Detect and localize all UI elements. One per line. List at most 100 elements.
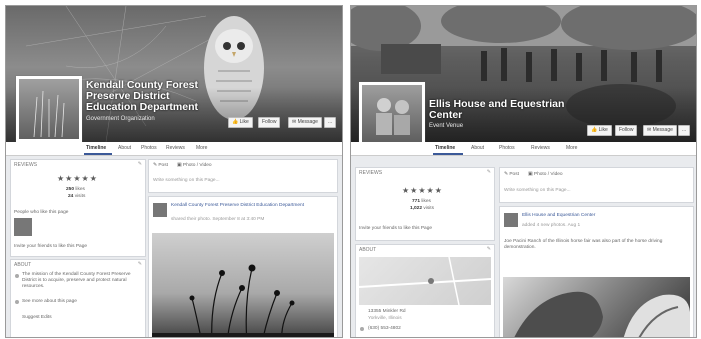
tab-about[interactable]: About [118, 145, 131, 151]
rating-stars: ★★★★★ [57, 174, 98, 183]
page-name: Ellis House and Equestrian Center [429, 98, 565, 121]
post-tab[interactable]: ✎ Post [504, 172, 519, 177]
facebook-page-screenshot-right: Ellis House and Equestrian Center Event … [350, 5, 697, 338]
truck-shape [381, 44, 441, 74]
page-category: Event Venue [429, 123, 464, 129]
about-description: The mission of the Kendall County Forest… [22, 272, 131, 289]
page-name: Kendall County Forest Preserve District … [86, 79, 199, 113]
link-icon [15, 300, 19, 304]
see-more-link[interactable]: See more about this page [22, 299, 77, 304]
like-label: Like [598, 127, 608, 133]
visits-label: visits [423, 206, 435, 211]
phone-number[interactable]: (630) 553-4802 [368, 326, 401, 331]
plant-silhouette-icon [152, 264, 334, 337]
likes-stat: 250 likes [66, 187, 85, 192]
message-button[interactable]: ✉ Message [643, 125, 677, 136]
like-button[interactable]: 👍 Like [228, 117, 253, 128]
composer-card: ✎ Post ▣ Photo / Video Write something o… [499, 167, 694, 203]
about-header: ABOUT [359, 247, 377, 253]
tab-photos[interactable]: Photos [499, 145, 515, 151]
card-options-icon[interactable]: ✎ [487, 169, 491, 175]
card-options-icon[interactable]: ✎ [138, 261, 142, 267]
likes-label: likes [421, 199, 431, 204]
message-button[interactable]: ✉ Message [288, 117, 322, 128]
more-button[interactable]: ... [678, 125, 691, 136]
address-line[interactable]: 13355 Minkler Rd [368, 309, 406, 314]
photo-video-label: Photo / Video [533, 172, 563, 177]
more-label: ... [328, 119, 333, 125]
visits-count: 1,022 [410, 206, 423, 211]
visits-stat: 1,022 visits [410, 206, 434, 211]
reviews-header: REVIEWS [14, 162, 38, 168]
post-tab-label: Post [158, 163, 168, 168]
tab-timeline[interactable]: Timeline [86, 145, 106, 151]
grass-silhouette-icon [33, 90, 65, 138]
message-label: Message [297, 119, 318, 125]
post-author[interactable]: Ellis House and Equestrian Center [522, 213, 687, 219]
post-card: Ellis House and Equestrian Center added … [499, 206, 694, 337]
photo-video-tab[interactable]: ▣ Photo / Video [177, 163, 212, 168]
post-author-avatar[interactable] [153, 203, 167, 217]
post-tab[interactable]: ✎ Post [153, 163, 168, 168]
about-header: ABOUT [14, 262, 32, 268]
map-roads [358, 256, 492, 306]
location-map[interactable] [358, 256, 492, 306]
info-icon [15, 274, 19, 278]
tab-more[interactable]: More [566, 145, 577, 151]
tab-about[interactable]: About [471, 145, 484, 151]
likes-count: 771 [412, 199, 421, 204]
composer-input[interactable]: Write something on this Page... [504, 188, 571, 193]
map-pin-icon [428, 278, 434, 284]
visits-stat: 24 visits [68, 194, 85, 199]
more-label: ... [682, 127, 687, 133]
tab-reviews[interactable]: Reviews [166, 145, 185, 151]
facebook-page-screenshot-left: Kendall County Forest Preserve District … [5, 5, 343, 338]
active-tab-indicator [433, 153, 463, 155]
people-like-text[interactable]: People who like this page [14, 210, 68, 215]
post-photo[interactable] [152, 233, 334, 337]
follow-label: Follow [619, 127, 634, 133]
post-meta: shared their photo. September 8 at 3:40 … [171, 217, 265, 222]
suggest-edits-link[interactable]: Suggest Edits [22, 315, 52, 320]
photo-video-tab[interactable]: ▣ Photo / Video [528, 172, 563, 177]
invite-friends-link[interactable]: Invite your friends to like this Page [14, 244, 87, 249]
card-options-icon[interactable]: ✎ [138, 161, 142, 167]
tab-photos[interactable]: Photos [141, 145, 157, 151]
follow-button[interactable]: Follow [615, 125, 638, 136]
page-tabs: Timeline About Photos Reviews More [6, 142, 342, 156]
follow-label: Follow [262, 119, 277, 125]
cover-photo: Ellis House and Equestrian Center Event … [351, 6, 696, 142]
visits-label: visits [74, 194, 86, 199]
tab-more[interactable]: More [196, 145, 207, 151]
post-meta: added 4 new photos. Aug 1 [522, 223, 581, 228]
more-button[interactable]: ... [324, 117, 337, 128]
profile-picture[interactable] [16, 76, 82, 142]
tab-reviews[interactable]: Reviews [531, 145, 550, 151]
post-tab-label: Post [509, 172, 519, 177]
like-button[interactable]: 👍 Like [587, 125, 612, 136]
page-tabs: Timeline About Photos Reviews More [351, 142, 696, 156]
profile-picture[interactable] [359, 82, 425, 142]
post-author-avatar[interactable] [504, 213, 518, 227]
likes-count: 250 [66, 187, 75, 192]
rating-stars: ★★★★★ [402, 186, 443, 195]
follow-button[interactable]: Follow [258, 117, 281, 128]
page-category: Government Organization [86, 116, 155, 122]
horse-photo-shapes [514, 291, 690, 337]
likes-stat: 771 likes [412, 199, 431, 204]
active-tab-indicator [84, 153, 112, 155]
post-photo[interactable] [503, 277, 690, 337]
post-author[interactable]: Kendall County Forest Preserve District … [171, 203, 331, 209]
about-card: ABOUT ✎ 13355 Minkler Rd Yorkville, Illi… [355, 244, 495, 337]
photo-video-label: Photo / Video [182, 163, 212, 168]
reviews-header: REVIEWS [359, 170, 383, 176]
invite-friends-link[interactable]: Invite your friends to like this Page [359, 226, 432, 231]
card-options-icon[interactable]: ✎ [487, 246, 491, 252]
tab-timeline[interactable]: Timeline [435, 145, 455, 151]
phone-icon [360, 327, 364, 331]
friend-avatar[interactable] [14, 218, 32, 236]
like-label: Like [239, 119, 249, 125]
composer-card: ✎ Post ▣ Photo / Video Write something o… [148, 159, 338, 193]
cover-photo: Kendall County Forest Preserve District … [6, 6, 342, 142]
composer-input[interactable]: Write something on this Page... [153, 178, 220, 183]
